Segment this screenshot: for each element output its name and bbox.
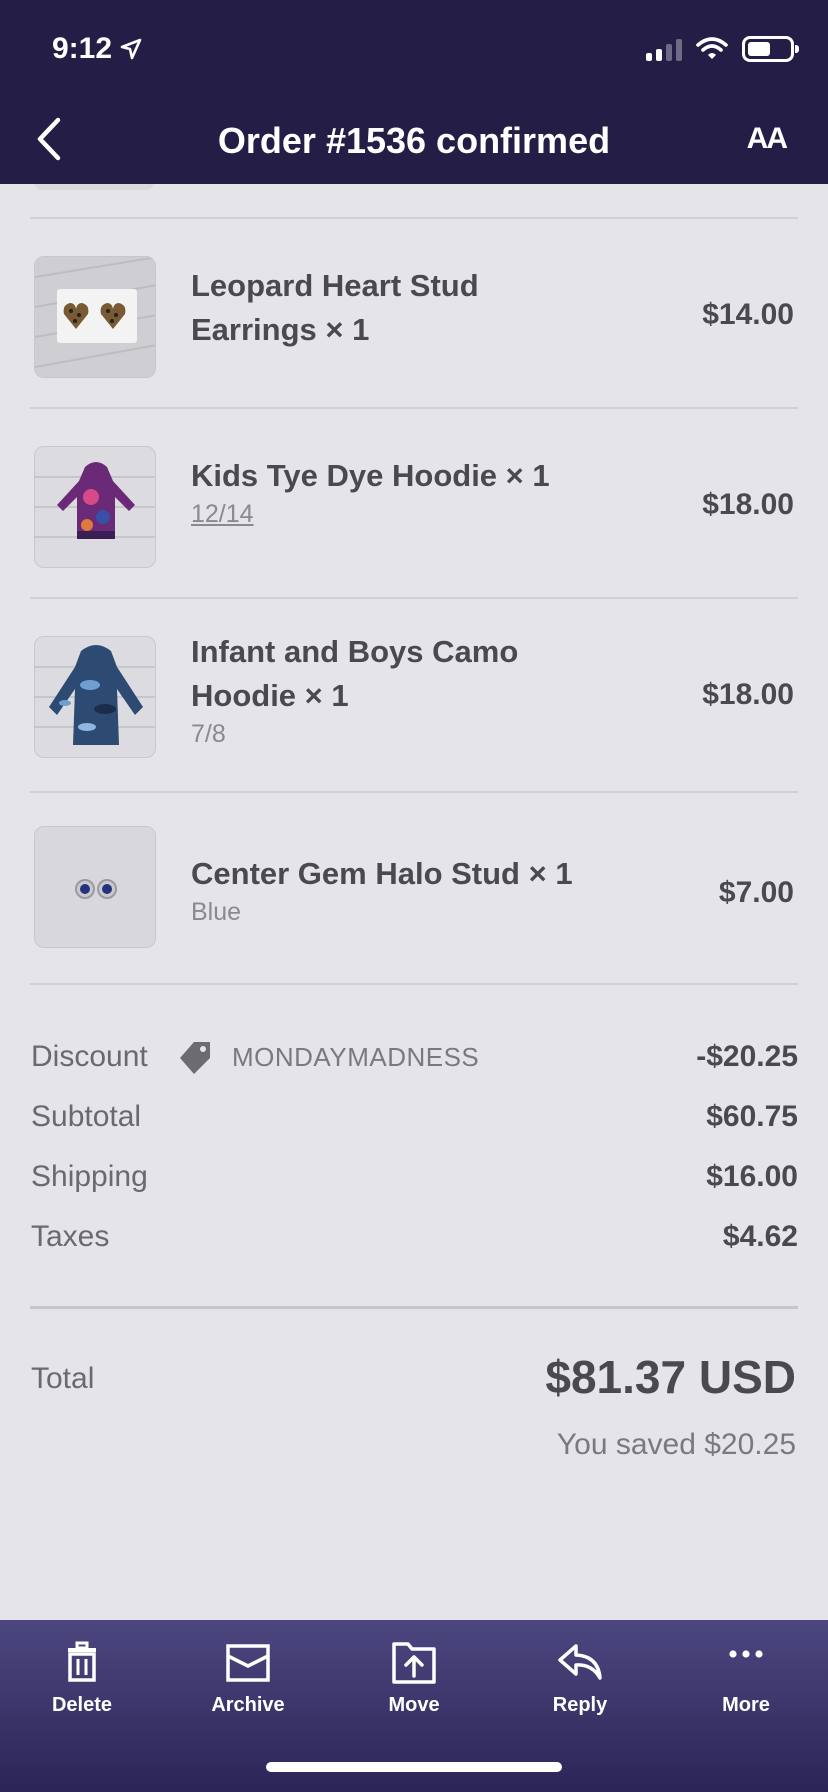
discount-value: -$20.25 — [696, 1040, 798, 1073]
savings-text: You saved $20.25 — [556, 1428, 796, 1461]
item-name: Kids Tye Dye Hoodie × 1 — [191, 458, 550, 493]
shipping-row: Shipping $16.00 — [30, 1156, 798, 1200]
move-label: Move — [388, 1694, 440, 1716]
subtotal-label: Subtotal — [31, 1100, 142, 1133]
top-bar: 9:12 Order #1536 confirmed AA — [0, 0, 828, 184]
taxes-value: $4.62 — [722, 1220, 798, 1253]
delete-button[interactable]: Delete — [12, 1638, 152, 1748]
trash-icon — [68, 1641, 96, 1682]
reply-arrow-icon — [558, 1644, 602, 1680]
more-button[interactable]: More — [676, 1638, 816, 1748]
more-dots-icon — [729, 1650, 763, 1658]
item-variant: 7/8 — [191, 720, 226, 748]
gem-halo-stud-image — [35, 827, 155, 947]
item-price: $14.00 — [702, 298, 794, 331]
delete-label: Delete — [51, 1694, 113, 1716]
line-item[interactable]: Center Gem Halo Stud × 1 Blue $7.00 — [30, 792, 798, 982]
wifi-icon — [696, 37, 728, 59]
shipping-value: $16.00 — [706, 1160, 798, 1193]
archive-button[interactable]: Archive — [178, 1638, 318, 1748]
line-item[interactable]: Infant and Boys Camo Hoodie × 1 7/8 $18.… — [30, 598, 798, 788]
line-item[interactable]: Kids Tye Dye Hoodie × 1 12/14 $18.00 — [30, 408, 798, 598]
reply-button[interactable]: Reply — [510, 1638, 650, 1748]
archive-icon — [226, 1644, 270, 1682]
item-variant: 12/14 — [191, 500, 254, 528]
order-content[interactable]: Leopard Heart Stud Earrings × 1 $14.00 K… — [0, 184, 828, 1620]
tag-icon — [180, 1042, 210, 1074]
camo-hoodie-image — [35, 637, 155, 757]
item-price: $18.00 — [702, 488, 794, 521]
leopard-earrings-image — [35, 257, 155, 377]
subtotal-value: $60.75 — [706, 1100, 798, 1133]
status-icons — [646, 36, 799, 62]
status-time-text: 9:12 — [52, 32, 113, 65]
item-price: $7.00 — [718, 876, 794, 909]
status-time: 9:12 — [52, 32, 142, 66]
discount-label: Discount — [31, 1040, 148, 1073]
cellular-signal-icon — [646, 37, 682, 61]
battery-icon — [742, 36, 799, 62]
line-item[interactable]: Leopard Heart Stud Earrings × 1 $14.00 — [30, 218, 798, 408]
partial-item-thumbnail — [34, 184, 154, 190]
item-thumbnail — [34, 446, 156, 568]
page-title: Order #1536 confirmed — [217, 120, 611, 161]
item-thumbnail — [34, 256, 156, 378]
item-price: $18.00 — [702, 678, 794, 711]
taxes-row: Taxes $4.62 — [30, 1216, 798, 1260]
subtotal-row: Subtotal $60.75 — [30, 1096, 798, 1140]
discount-row: Discount MONDAYMADNESS -$20.25 — [30, 1036, 798, 1080]
location-arrow-icon — [120, 38, 142, 60]
move-button[interactable]: Move — [344, 1638, 484, 1748]
archive-label: Archive — [211, 1694, 285, 1716]
total-value: $81.37 USD — [545, 1351, 796, 1403]
font-size-button[interactable]: AA — [747, 122, 788, 156]
item-name: Leopard Heart Stud Earrings × 1 — [191, 268, 479, 347]
move-folder-icon — [392, 1642, 436, 1684]
item-name: Center Gem Halo Stud × 1 — [191, 856, 573, 891]
divider — [30, 983, 798, 985]
item-thumbnail — [34, 636, 156, 758]
home-indicator — [266, 1762, 562, 1772]
total-label: Total — [31, 1362, 95, 1395]
item-name: Infant and Boys Camo Hoodie × 1 — [191, 634, 519, 713]
item-variant: Blue — [191, 898, 242, 926]
total-divider — [30, 1306, 798, 1309]
tie-dye-hoodie-image — [35, 447, 155, 567]
shipping-label: Shipping — [31, 1160, 148, 1193]
more-label: More — [722, 1694, 770, 1716]
discount-code: MONDAYMADNESS — [232, 1042, 480, 1072]
taxes-label: Taxes — [31, 1220, 110, 1253]
item-thumbnail — [34, 826, 156, 948]
reply-label: Reply — [552, 1694, 608, 1716]
